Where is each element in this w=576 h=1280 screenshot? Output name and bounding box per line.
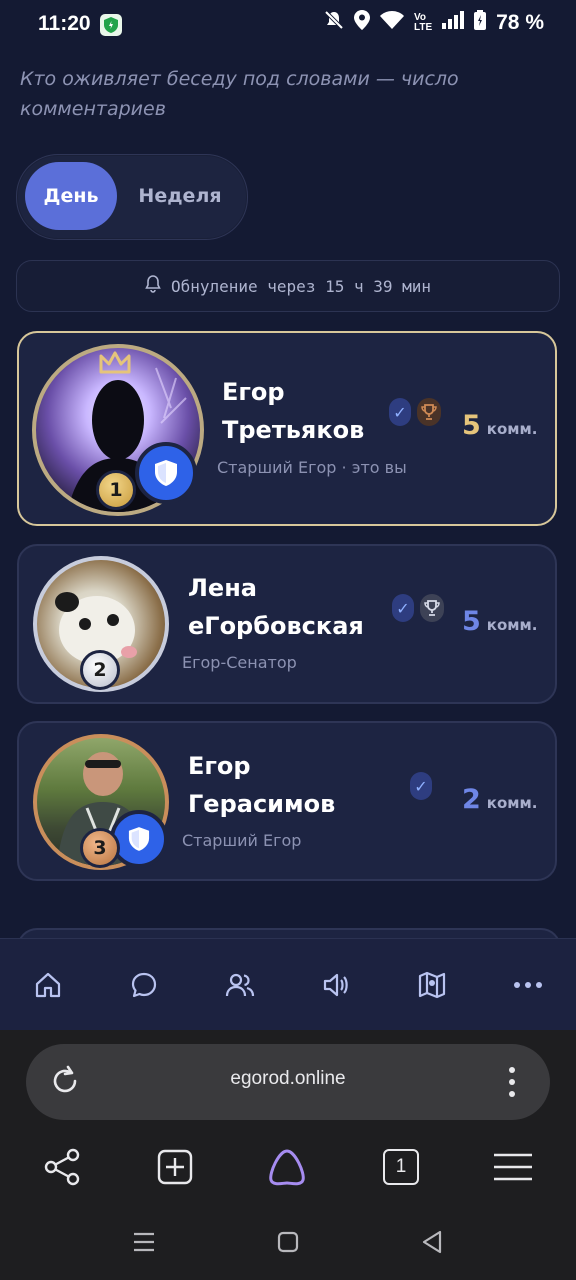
rank-badge: 1 xyxy=(96,470,136,510)
mute-icon xyxy=(324,10,344,35)
leader-name-line1: Егор xyxy=(222,378,285,406)
url-text: egorod.online xyxy=(230,1068,346,1089)
score-unit: комм. xyxy=(486,616,538,634)
location-icon xyxy=(353,10,370,35)
crown-icon xyxy=(98,350,132,380)
nav-more[interactable] xyxy=(508,962,548,1008)
nav-home[interactable] xyxy=(28,962,68,1008)
bottom-nav xyxy=(0,938,576,1031)
vpn-shield-icon xyxy=(100,14,122,36)
leader-score: 5 комм. xyxy=(462,606,538,637)
volte-icon: Vo LTE xyxy=(413,11,433,33)
recents-icon[interactable] xyxy=(124,1224,164,1260)
trophy-bronze-icon xyxy=(417,398,441,426)
map-icon xyxy=(418,971,446,999)
leader-name-line1: Егор xyxy=(188,752,251,780)
nav-people[interactable] xyxy=(220,962,260,1008)
leader-name-line1: Лена xyxy=(188,574,257,602)
rank-badge: 2 xyxy=(80,650,120,690)
score-value: 5 xyxy=(462,606,481,637)
chat-bubble-icon xyxy=(131,972,157,998)
kebab-menu-icon[interactable] xyxy=(508,1066,516,1102)
leader-name-line2: Третьяков xyxy=(222,416,365,444)
share-icon[interactable] xyxy=(37,1142,87,1192)
reset-timer-text: Обнуление через 15 ч 39 мин xyxy=(170,276,432,296)
back-icon[interactable] xyxy=(412,1224,452,1260)
page-subtitle: Кто оживляет беседу под словами — число … xyxy=(20,68,459,120)
leader-name-line2: Герасимов xyxy=(188,790,336,818)
tab-count: 1 xyxy=(383,1149,419,1185)
bell-icon xyxy=(145,275,161,297)
status-time: 11:20 xyxy=(38,12,91,35)
score-value: 2 xyxy=(462,784,481,815)
nav-map[interactable] xyxy=(412,962,452,1008)
leader-score: 2 комм. xyxy=(462,784,538,815)
people-icon xyxy=(225,973,255,997)
signal-icon xyxy=(442,11,465,34)
leader-name-line2: еГорбовская xyxy=(188,612,364,640)
wifi-icon xyxy=(379,11,404,34)
score-value: 5 xyxy=(462,410,481,441)
tab-week[interactable]: Неделя xyxy=(120,162,240,230)
leader-score: 5 комм. xyxy=(462,410,538,441)
speaker-icon xyxy=(323,973,348,997)
leader-role: Старший Егор xyxy=(182,831,302,850)
score-unit: комм. xyxy=(486,420,538,438)
new-tab-icon[interactable] xyxy=(150,1142,200,1192)
nav-audio[interactable] xyxy=(316,962,356,1008)
home-icon xyxy=(35,972,61,998)
tab-day[interactable]: День xyxy=(25,162,117,230)
tab-count-button[interactable]: 1 xyxy=(376,1142,426,1192)
status-icons: Vo LTE 78 % xyxy=(324,10,544,35)
leader-role: Егор-Сенатор xyxy=(182,653,297,672)
battery-percent: 78 % xyxy=(496,10,544,34)
moderator-shield-icon xyxy=(135,442,197,504)
moderator-shield-icon xyxy=(110,810,168,868)
leader-role: Старший Егор · это вы xyxy=(217,458,407,477)
home-button-icon[interactable] xyxy=(268,1224,308,1260)
alice-assistant-icon[interactable] xyxy=(262,1142,312,1192)
score-unit: комм. xyxy=(486,794,538,812)
hamburger-menu-icon[interactable] xyxy=(488,1142,538,1192)
reset-timer-banner: Обнуление через 15 ч 39 мин xyxy=(16,260,560,312)
verified-check-icon: ✓ xyxy=(389,398,411,426)
more-dots-icon xyxy=(514,982,542,988)
trophy-silver-icon xyxy=(420,594,444,622)
nav-chat[interactable] xyxy=(124,962,164,1008)
rank-badge: 3 xyxy=(80,828,120,868)
verified-check-icon: ✓ xyxy=(392,594,414,622)
verified-check-icon: ✓ xyxy=(410,772,432,800)
battery-icon xyxy=(474,10,487,35)
